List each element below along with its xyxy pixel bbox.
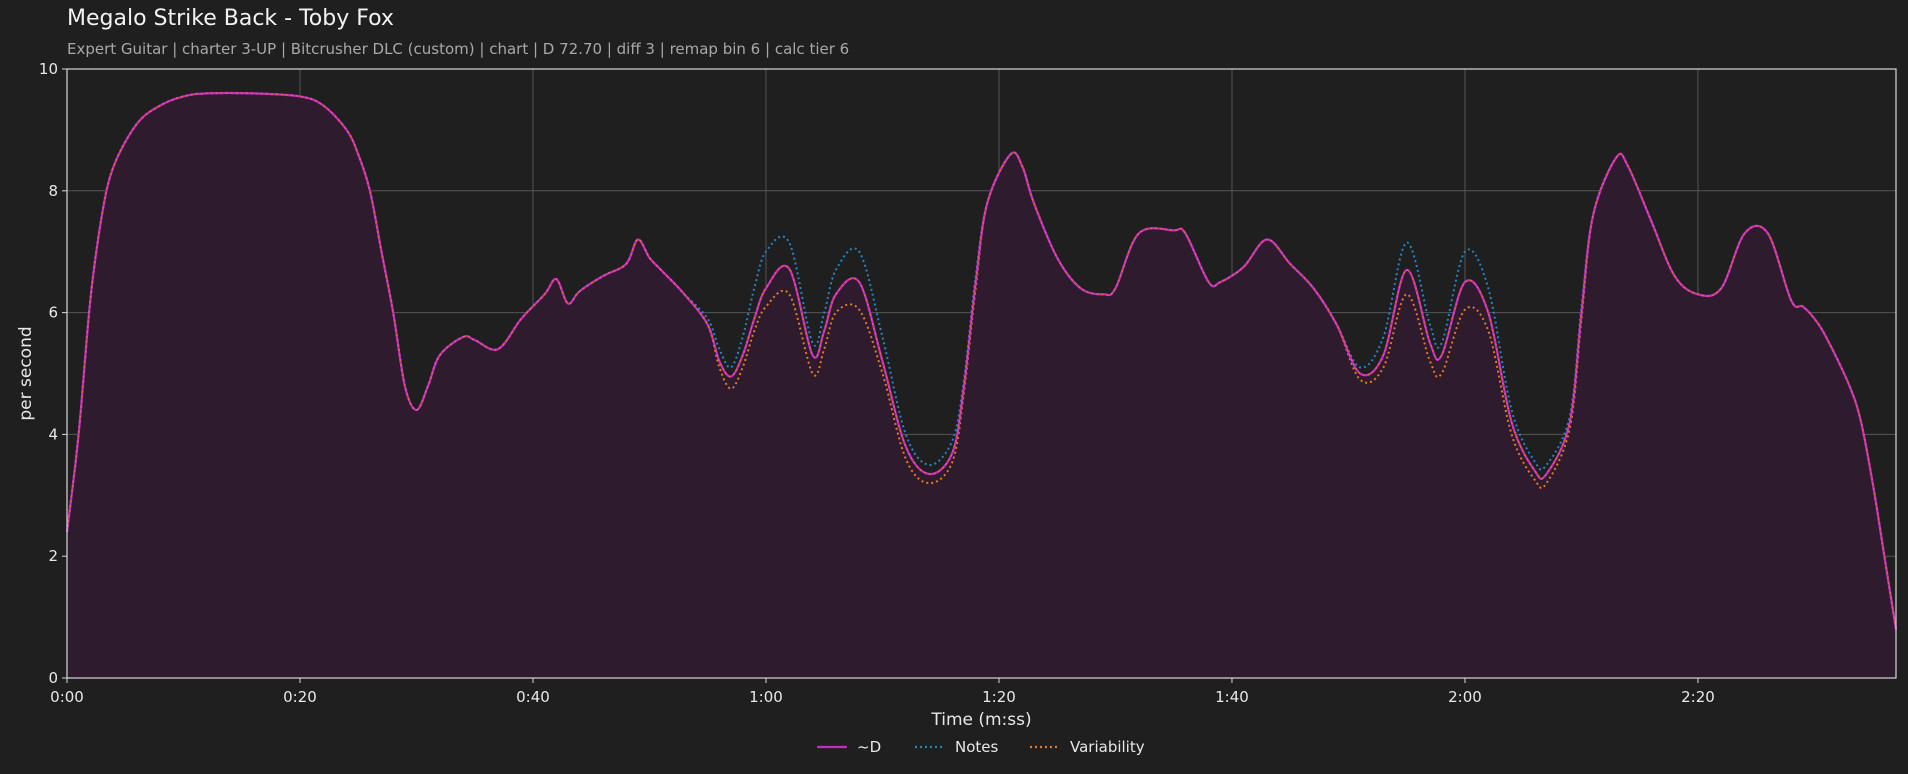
y-axis-ticks: 0 2 4 6 8 10	[39, 60, 67, 687]
y-tick-label-0: 0	[48, 669, 58, 687]
x-tick-label-2: 0:40	[516, 688, 550, 706]
area-fill	[67, 93, 1896, 678]
legend-label-2: Variability	[1070, 738, 1145, 756]
y-tick-label-2: 4	[48, 425, 58, 443]
y-tick-label-3: 6	[48, 304, 58, 322]
x-tick-label-5: 1:40	[1215, 688, 1249, 706]
x-tick-label-1: 0:20	[283, 688, 317, 706]
x-tick-label-6: 2:00	[1448, 688, 1482, 706]
x-axis-label: Time (m:ss)	[930, 710, 1031, 730]
legend-label-0: ~D	[857, 738, 881, 756]
x-tick-label-4: 1:20	[982, 688, 1016, 706]
x-tick-label-7: 2:20	[1681, 688, 1715, 706]
x-tick-label-3: 1:00	[749, 688, 783, 706]
y-tick-label-4: 8	[48, 182, 58, 200]
legend-label-1: Notes	[955, 738, 999, 756]
chart-canvas: 0:00 0:20 0:40 1:00 1:20 1:40 2:00 2:20 0 2 4 6 8 10…	[16, 60, 1898, 756]
x-tick-label-0: 0:00	[50, 688, 84, 706]
legend: ~D Notes Variability	[817, 738, 1145, 756]
x-axis-ticks: 0:00 0:20 0:40 1:00 1:20 1:40 2:00 2:20	[50, 678, 1715, 706]
y-axis-label: per second	[16, 326, 36, 420]
area-under-d	[67, 93, 1896, 678]
y-tick-label-5: 10	[39, 60, 58, 78]
y-tick-label-1: 2	[48, 547, 58, 565]
